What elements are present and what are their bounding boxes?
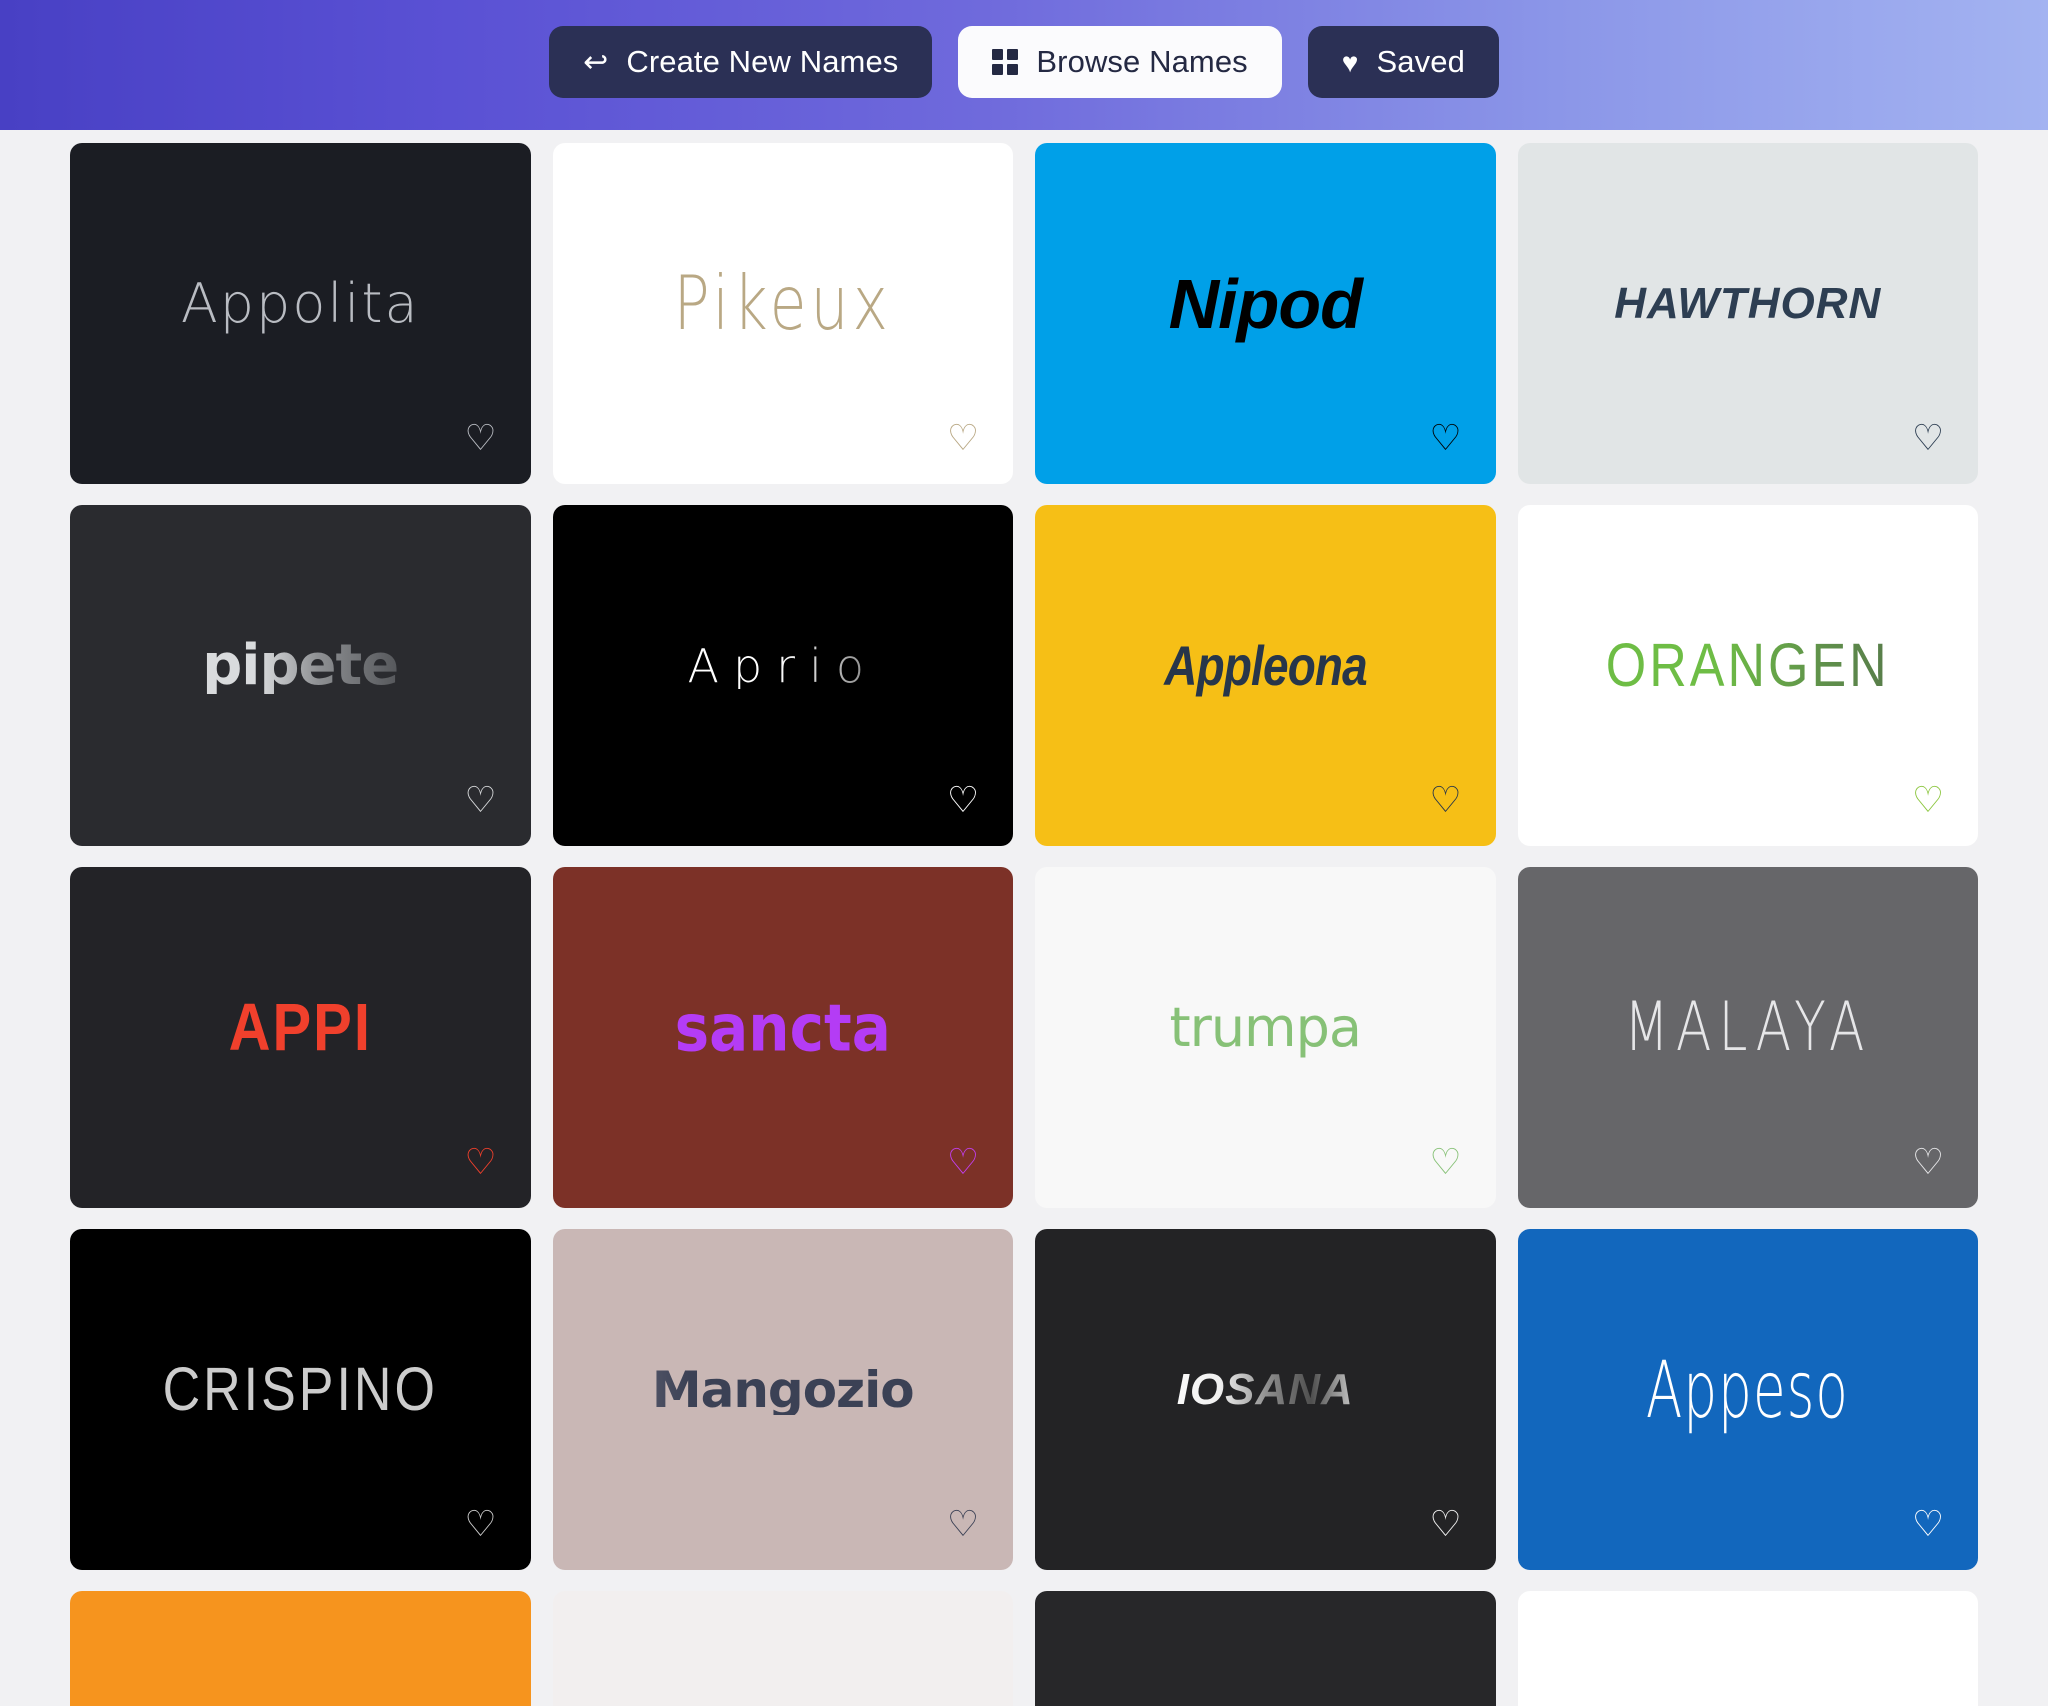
heart-outline-icon[interactable]: ♡ xyxy=(1426,418,1466,458)
saved-button[interactable]: ♥ Saved xyxy=(1307,26,1499,98)
name-card[interactable]: Pikeux ♡ xyxy=(552,143,1013,484)
heart-outline-icon[interactable]: ♡ xyxy=(1908,1142,1948,1182)
name-card[interactable]: Appeso ♡ xyxy=(1517,1229,1978,1570)
heart-outline-icon[interactable]: ♡ xyxy=(943,780,983,820)
heart-outline-icon[interactable]: ♡ xyxy=(461,1504,501,1544)
heart-outline-icon[interactable]: ♡ xyxy=(461,418,501,458)
name-card-label: IOSANA xyxy=(1161,1367,1370,1412)
name-card-label: Mangozio xyxy=(636,1365,930,1415)
name-card-label: trumpa xyxy=(1169,995,1362,1059)
name-card[interactable]: CRISPINO ♡ xyxy=(70,1229,531,1570)
name-card[interactable]: sancta ♡ xyxy=(552,867,1013,1208)
browse-names-label: Browse Names xyxy=(1036,44,1248,79)
heart-outline-icon[interactable]: ♡ xyxy=(1908,780,1948,820)
heart-outline-icon[interactable]: ♡ xyxy=(943,418,983,458)
name-card[interactable]: Appleona ♡ xyxy=(1035,505,1496,846)
name-card-label: ORANGEN xyxy=(1590,635,1906,696)
name-card-label: Aprio xyxy=(671,643,894,689)
back-arrow-icon: ↩ xyxy=(583,46,609,79)
name-card[interactable]: pipete ♡ xyxy=(70,505,531,846)
name-card[interactable]: Nipod ♡ xyxy=(1035,143,1496,484)
name-card-label: Pikeux xyxy=(673,259,893,348)
create-new-names-button[interactable]: ↩ Create New Names xyxy=(549,26,933,98)
name-card-label: sancta xyxy=(674,989,891,1066)
name-card[interactable]: ♡ xyxy=(1035,1591,1496,1706)
heart-outline-icon[interactable]: ♡ xyxy=(1908,1504,1948,1544)
name-card[interactable]: Mangozio ♡ xyxy=(552,1229,1013,1570)
name-card[interactable]: HAWTHORN ♡ xyxy=(1517,143,1978,484)
name-card-label: Appleona xyxy=(1163,633,1367,697)
name-card[interactable]: ♡ xyxy=(552,1591,1013,1706)
heart-filled-icon: ♥ xyxy=(1341,47,1359,78)
name-card-label: Appeso xyxy=(1646,1343,1850,1436)
names-grid: Appolita ♡ Pikeux ♡ Nipod ♡ HAWTHORN ♡ pipete ♡ Ap… xyxy=(70,143,1978,1706)
names-board: Appolita ♡ Pikeux ♡ Nipod ♡ HAWTHORN ♡ pipete ♡ Ap… xyxy=(0,130,2048,1706)
name-card-label: HAWTHORN xyxy=(1614,278,1882,328)
name-card[interactable]: IOSANA ♡ xyxy=(1035,1229,1496,1570)
heart-outline-icon[interactable]: ♡ xyxy=(461,780,501,820)
name-card-label: APPI xyxy=(228,989,372,1065)
heart-outline-icon[interactable]: ♡ xyxy=(1426,1142,1466,1182)
heart-outline-icon[interactable]: ♡ xyxy=(1426,1504,1466,1544)
name-card-label: Appolita xyxy=(180,271,420,335)
name-card[interactable]: Aprio ♡ xyxy=(552,505,1013,846)
name-card-label: MALAYA xyxy=(1624,988,1872,1067)
browse-names-tab[interactable]: Browse Names xyxy=(958,26,1282,98)
saved-label: Saved xyxy=(1376,44,1465,79)
app-header: ↩ Create New Names Browse Names ♥ Saved xyxy=(0,0,2048,130)
name-card-label: Nipod xyxy=(1168,264,1363,343)
name-card[interactable]: ORANGEN ♡ xyxy=(1517,505,1978,846)
heart-outline-icon[interactable]: ♡ xyxy=(1908,418,1948,458)
name-card[interactable]: ♡ xyxy=(1517,1591,1978,1706)
name-card[interactable]: ♡ xyxy=(70,1591,531,1706)
heart-outline-icon[interactable]: ♡ xyxy=(461,1142,501,1182)
name-card[interactable]: Appolita ♡ xyxy=(70,143,531,484)
create-new-names-label: Create New Names xyxy=(626,44,899,79)
heart-outline-icon[interactable]: ♡ xyxy=(1426,780,1466,820)
name-card-label: CRISPINO xyxy=(162,1355,438,1424)
name-card[interactable]: APPI ♡ xyxy=(70,867,531,1208)
name-card-label: pipete xyxy=(186,637,414,694)
name-card[interactable]: trumpa ♡ xyxy=(1035,867,1496,1208)
heart-outline-icon[interactable]: ♡ xyxy=(943,1142,983,1182)
name-card[interactable]: MALAYA ♡ xyxy=(1517,867,1978,1208)
grid-icon xyxy=(992,49,1019,75)
heart-outline-icon[interactable]: ♡ xyxy=(943,1504,983,1544)
